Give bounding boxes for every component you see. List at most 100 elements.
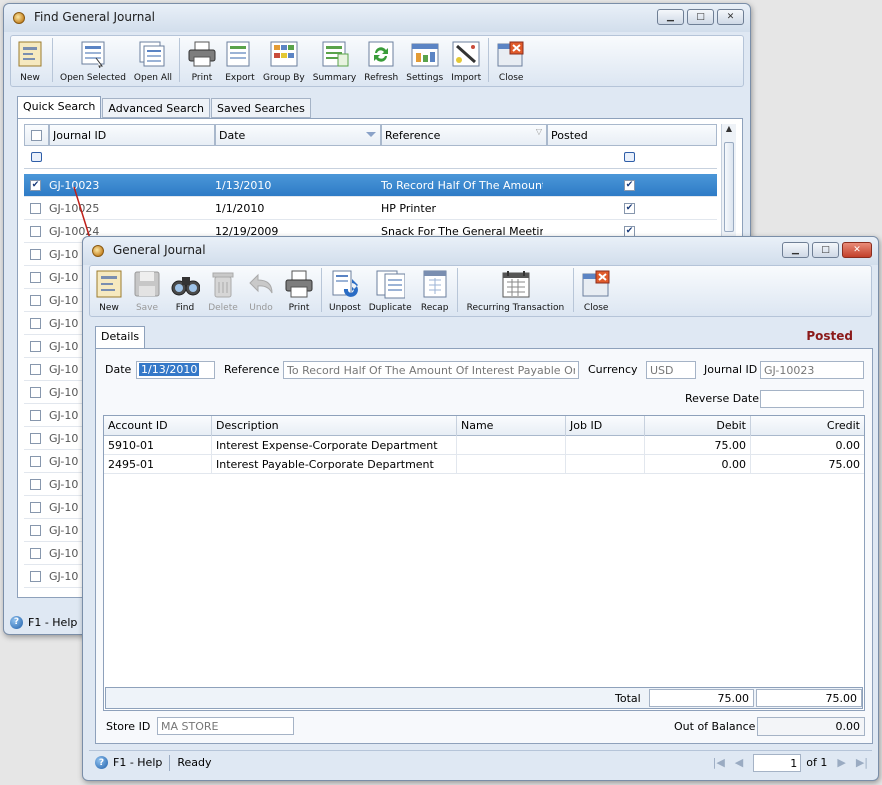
summary-button[interactable]: Summary bbox=[309, 39, 361, 86]
first-page-icon[interactable]: |◀ bbox=[713, 756, 725, 769]
close-button[interactable]: ✕ bbox=[717, 9, 744, 25]
trash-icon bbox=[208, 269, 238, 299]
row-checkbox[interactable] bbox=[30, 203, 41, 214]
row-checkbox[interactable] bbox=[30, 410, 41, 421]
row-checkbox[interactable] bbox=[30, 456, 41, 467]
find-button[interactable]: Find bbox=[166, 269, 204, 316]
find-help-label[interactable]: F1 - Help bbox=[28, 616, 77, 629]
grid-header-journal-id[interactable]: Journal ID bbox=[49, 124, 215, 146]
new-button[interactable]: New bbox=[90, 269, 128, 316]
lines-header-cell[interactable]: Credit bbox=[751, 416, 864, 436]
delete-button[interactable]: Delete bbox=[204, 269, 242, 316]
tab-quick-search[interactable]: Quick Search bbox=[17, 96, 102, 118]
store-id-field[interactable] bbox=[157, 717, 294, 735]
unpost-button[interactable]: Unpost bbox=[325, 269, 365, 316]
grid-header-posted[interactable]: Posted bbox=[547, 124, 717, 146]
save-button[interactable]: Save bbox=[128, 269, 166, 316]
posted-filter-icon[interactable] bbox=[624, 152, 635, 162]
duplicate-button[interactable]: Duplicate bbox=[365, 269, 416, 316]
currency-label: Currency bbox=[588, 363, 638, 376]
open-selected-button[interactable]: Open Selected bbox=[56, 39, 130, 86]
close-button[interactable]: ✕ bbox=[842, 242, 872, 258]
currency-field[interactable] bbox=[646, 361, 696, 379]
lines-header-cell[interactable]: Debit bbox=[645, 416, 751, 436]
journal-line-row[interactable]: 2495-01 Interest Payable-Corporate Depart… bbox=[104, 455, 864, 474]
settings-icon bbox=[410, 39, 440, 69]
row-checkbox[interactable] bbox=[30, 226, 41, 237]
minimize-button[interactable]: ▁ bbox=[657, 9, 684, 25]
previous-page-icon[interactable]: ◀ bbox=[735, 756, 743, 769]
row-checkbox[interactable] bbox=[30, 318, 41, 329]
journal-id-field[interactable] bbox=[760, 361, 864, 379]
filter-row-icon[interactable] bbox=[31, 152, 42, 162]
binoculars-icon bbox=[170, 269, 200, 299]
settings-button[interactable]: Settings bbox=[402, 39, 447, 86]
row-checkbox[interactable] bbox=[30, 433, 41, 444]
recurring-icon bbox=[500, 269, 530, 299]
row-checkbox[interactable] bbox=[30, 548, 41, 559]
row-checkbox[interactable] bbox=[30, 571, 41, 582]
close-toolbar-button[interactable]: Close bbox=[577, 269, 615, 316]
row-checkbox[interactable] bbox=[30, 341, 41, 352]
select-all-checkbox[interactable] bbox=[31, 130, 42, 141]
find-new-button[interactable]: New bbox=[11, 39, 49, 86]
last-page-icon[interactable]: ▶| bbox=[856, 756, 868, 769]
group-by-button[interactable]: Group By bbox=[259, 39, 309, 86]
scroll-up-arrow[interactable]: ▲ bbox=[722, 124, 736, 140]
line-debit-cell: 0.00 bbox=[645, 455, 751, 474]
journal-title-bar[interactable]: General Journal ▁ □ ✕ bbox=[83, 237, 878, 265]
recurring-transaction-button[interactable]: Recurring Transaction bbox=[461, 269, 571, 316]
maximize-button[interactable]: □ bbox=[687, 9, 714, 25]
find-title-bar[interactable]: Find General Journal ▁ □ ✕ bbox=[4, 4, 750, 32]
reference-field[interactable] bbox=[283, 361, 579, 379]
details-tab[interactable]: Details bbox=[95, 326, 146, 348]
tab-advanced-search[interactable]: Advanced Search bbox=[102, 98, 211, 118]
lines-header-cell[interactable]: Account ID bbox=[104, 416, 212, 436]
row-checkbox[interactable] bbox=[30, 272, 41, 283]
row-checkbox[interactable] bbox=[30, 249, 41, 260]
open-all-button[interactable]: Open All bbox=[130, 39, 176, 86]
minimize-button[interactable]: ▁ bbox=[782, 242, 809, 258]
toolbar-separator bbox=[52, 38, 53, 82]
grid-header-reference[interactable]: Reference ▽ bbox=[381, 124, 547, 146]
find-close-button[interactable]: Close bbox=[492, 39, 530, 86]
row-checkbox[interactable] bbox=[30, 295, 41, 306]
import-button[interactable]: Import bbox=[447, 39, 485, 86]
journal-help-label[interactable]: F1 - Help bbox=[113, 756, 162, 769]
export-button[interactable]: Export bbox=[221, 39, 259, 86]
row-checkbox[interactable] bbox=[30, 525, 41, 536]
page-number-field[interactable]: 1 bbox=[753, 753, 802, 772]
grid-header-date[interactable]: Date bbox=[215, 124, 381, 146]
lines-header-cell[interactable]: Job ID bbox=[566, 416, 645, 436]
print-button[interactable]: Print bbox=[280, 269, 318, 316]
journal-line-row[interactable]: 5910-01 Interest Expense-Corporate Depart… bbox=[104, 436, 864, 455]
posted-checkbox: ✔ bbox=[624, 203, 635, 214]
row-checkbox[interactable] bbox=[30, 479, 41, 490]
row-checkbox[interactable] bbox=[30, 387, 41, 398]
toolbar-separator bbox=[456, 268, 458, 312]
row-checkbox[interactable] bbox=[30, 364, 41, 375]
table-row[interactable]: ✔ GJ-10023 1/13/2010 To Record Half Of The … bbox=[24, 174, 717, 197]
posted-status-badge: Posted bbox=[806, 329, 853, 343]
out-of-balance-field: 0.00 bbox=[757, 717, 865, 736]
next-page-icon[interactable]: ▶ bbox=[837, 756, 845, 769]
row-checkbox[interactable] bbox=[30, 502, 41, 513]
row-checkbox[interactable]: ✔ bbox=[30, 180, 41, 191]
reverse-date-field[interactable] bbox=[760, 390, 864, 408]
maximize-button[interactable]: □ bbox=[812, 242, 839, 258]
undo-icon bbox=[246, 269, 276, 299]
tab-saved-searches[interactable]: Saved Searches bbox=[211, 98, 311, 118]
line-credit-cell: 75.00 bbox=[751, 455, 864, 474]
lines-header-cell[interactable]: Description bbox=[212, 416, 457, 436]
total-label: Total bbox=[615, 692, 641, 705]
undo-button[interactable]: Undo bbox=[242, 269, 280, 316]
journal-id-label: Journal ID bbox=[704, 363, 758, 376]
find-print-button[interactable]: Print bbox=[183, 39, 221, 86]
scroll-thumb[interactable] bbox=[724, 142, 734, 232]
find-toolbar: New Open Selected Open All Print Export … bbox=[10, 35, 744, 87]
refresh-button[interactable]: Refresh bbox=[360, 39, 402, 86]
table-row[interactable]: GJ-10025 1/1/2010 HP Printer ✔ bbox=[24, 197, 717, 220]
grid-header-check[interactable] bbox=[24, 124, 49, 146]
recap-button[interactable]: Recap bbox=[416, 269, 454, 316]
lines-header-cell[interactable]: Name bbox=[457, 416, 566, 436]
